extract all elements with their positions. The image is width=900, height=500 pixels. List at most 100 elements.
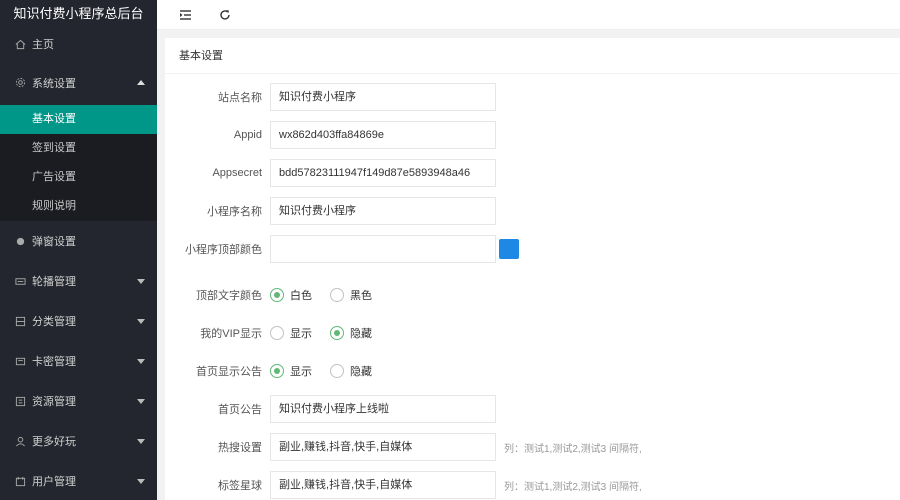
form-row-home-notice: 首页公告 知识付费小程序上线啦 xyxy=(165,395,496,423)
card-icon xyxy=(14,355,26,367)
field-label: 首页公告 xyxy=(218,404,262,416)
field-label: 标签星球 xyxy=(218,480,262,492)
sidebar-item-label: 系统设置 xyxy=(32,77,76,90)
form-row-my-vip: 我的VIP显示 显示 隐藏 xyxy=(165,319,390,347)
form-row-hot-search: 热搜设置 副业,赚钱,抖音,快手,自媒体 列：测试1,测试2,测试3 间隔符, xyxy=(165,433,642,461)
chevron-down-icon xyxy=(137,279,145,284)
form-row-appid: Appid wx862d403ffa84869e xyxy=(165,121,496,149)
gear-icon xyxy=(14,77,26,89)
main-content: 基本设置 站点名称 知识付费小程序 Appid wx862d403ffa8486… xyxy=(157,30,900,500)
radio-black[interactable]: 黑色 xyxy=(330,287,372,303)
sidebar-item-label: 资源管理 xyxy=(32,396,76,408)
site-name-input[interactable]: 知识付费小程序 xyxy=(270,83,496,111)
field-label: Appid xyxy=(233,129,262,141)
radio-label: 隐藏 xyxy=(350,366,372,378)
radio-label: 隐藏 xyxy=(350,328,372,340)
sidebar-item-more-fun[interactable]: 更多好玩 xyxy=(0,421,157,461)
sidebar-subitem-basic-settings[interactable]: 基本设置 xyxy=(0,105,157,134)
sidebar-item-carousel[interactable]: 轮播管理 xyxy=(0,261,157,301)
submenu-system-settings: 基本设置 签到设置 广告设置 规则说明 xyxy=(0,105,157,221)
sidebar-item-label: 主页 xyxy=(32,39,54,51)
radio-label: 显示 xyxy=(290,328,312,340)
menu-fold-icon xyxy=(179,10,191,20)
sidebar-item-label: 用户管理 xyxy=(32,476,76,488)
user-icon xyxy=(14,475,26,487)
chevron-down-icon xyxy=(137,399,145,404)
form-row-top-text-color: 顶部文字颜色 白色 黑色 xyxy=(165,281,390,309)
chevron-down-icon xyxy=(137,439,145,444)
settings-card: 基本设置 站点名称 知识付费小程序 Appid wx862d403ffa8486… xyxy=(165,38,900,500)
chevron-up-icon xyxy=(137,79,145,85)
sidebar-title: 知识付费小程序总后台 xyxy=(0,0,157,28)
radio-white[interactable]: 白色 xyxy=(270,287,312,303)
form-row-site-name: 站点名称 知识付费小程序 xyxy=(165,83,496,111)
field-label: Appsecret xyxy=(212,167,262,179)
sidebar-item-popup-settings[interactable]: 弹窗设置 xyxy=(0,221,157,261)
field-label: 热搜设置 xyxy=(218,442,262,454)
appid-input[interactable]: wx862d403ffa84869e xyxy=(270,121,496,149)
sidebar-item-label: 更多好玩 xyxy=(32,436,76,448)
carousel-icon xyxy=(14,275,26,287)
tag-ball-input[interactable]: 副业,赚钱,抖音,快手,自媒体 xyxy=(270,471,496,499)
radio-unchecked-icon xyxy=(330,288,344,302)
radio-hide[interactable]: 隐藏 xyxy=(330,325,372,341)
field-label: 小程序名称 xyxy=(207,206,262,218)
sidebar-item-home[interactable]: 主页 xyxy=(0,28,157,60)
radio-checked-icon xyxy=(330,326,344,340)
radio-show[interactable]: 显示 xyxy=(270,325,312,341)
chevron-down-icon xyxy=(137,359,145,364)
field-label: 我的VIP显示 xyxy=(200,328,262,340)
sidebar-item-category[interactable]: 分类管理 xyxy=(0,301,157,341)
more-icon xyxy=(14,435,26,447)
radio-hide[interactable]: 隐藏 xyxy=(330,363,372,379)
refresh-button[interactable] xyxy=(216,6,234,24)
form-row-tag-ball: 标签星球 副业,赚钱,抖音,快手,自媒体 列：测试1,测试2,测试3 间隔符, xyxy=(165,471,642,499)
mp-name-input[interactable]: 知识付费小程序 xyxy=(270,197,496,225)
radio-unchecked-icon xyxy=(270,326,284,340)
sidebar-subitem-ad-settings[interactable]: 广告设置 xyxy=(0,163,157,192)
form-row-home-notice-show: 首页显示公告 显示 隐藏 xyxy=(165,357,390,385)
color-picker-swatch[interactable] xyxy=(499,239,519,259)
field-label: 小程序顶部颜色 xyxy=(185,244,262,256)
form-row-appsecret: Appsecret bdd57823111947f149d87e5893948a… xyxy=(165,159,496,187)
sidebar-subitem-checkin-settings[interactable]: 签到设置 xyxy=(0,134,157,163)
popup-icon xyxy=(14,235,26,247)
hot-search-input[interactable]: 副业,赚钱,抖音,快手,自媒体 xyxy=(270,433,496,461)
field-label: 首页显示公告 xyxy=(196,366,262,378)
category-icon xyxy=(14,315,26,327)
sidebar-item-label: 弹窗设置 xyxy=(32,236,76,248)
form-row-mp-name: 小程序名称 知识付费小程序 xyxy=(165,197,496,225)
refresh-icon xyxy=(220,10,230,20)
radio-label: 黑色 xyxy=(350,290,372,302)
field-label: 顶部文字颜色 xyxy=(196,290,262,302)
radio-show[interactable]: 显示 xyxy=(270,363,312,379)
radio-label: 显示 xyxy=(290,366,312,378)
sidebar-item-users[interactable]: 用户管理 xyxy=(0,461,157,500)
form-row-top-color: 小程序顶部颜色 xyxy=(165,235,519,263)
appsecret-input[interactable]: bdd57823111947f149d87e5893948a46 xyxy=(270,159,496,187)
field-hint: 列：测试1,测试2,测试3 间隔符, xyxy=(504,443,642,455)
radio-checked-icon xyxy=(270,288,284,302)
radio-unchecked-icon xyxy=(330,364,344,378)
sidebar-item-label: 轮播管理 xyxy=(32,276,76,288)
home-notice-input[interactable]: 知识付费小程序上线啦 xyxy=(270,395,496,423)
sidebar-item-resource[interactable]: 资源管理 xyxy=(0,381,157,421)
top-color-input[interactable] xyxy=(270,235,496,263)
sidebar-item-card-key[interactable]: 卡密管理 xyxy=(0,341,157,381)
card-title: 基本设置 xyxy=(165,38,900,74)
chevron-down-icon xyxy=(137,319,145,324)
top-toolbar xyxy=(157,0,900,30)
sidebar: 知识付费小程序总后台 主页 系统设置 基本设置 签到设置 广告设置 规则说明 弹… xyxy=(0,0,157,500)
resource-icon xyxy=(14,395,26,407)
home-icon xyxy=(14,38,26,50)
sidebar-subitem-rules[interactable]: 规则说明 xyxy=(0,192,157,221)
sidebar-item-system-settings[interactable]: 系统设置 xyxy=(0,60,157,105)
field-label: 站点名称 xyxy=(218,92,262,104)
field-hint: 列：测试1,测试2,测试3 间隔符, xyxy=(504,481,642,493)
chevron-down-icon xyxy=(137,479,145,484)
sidebar-item-label: 卡密管理 xyxy=(32,356,76,368)
menu-fold-button[interactable] xyxy=(176,6,194,24)
radio-checked-icon xyxy=(270,364,284,378)
sidebar-item-label: 分类管理 xyxy=(32,316,76,328)
radio-label: 白色 xyxy=(290,290,312,302)
